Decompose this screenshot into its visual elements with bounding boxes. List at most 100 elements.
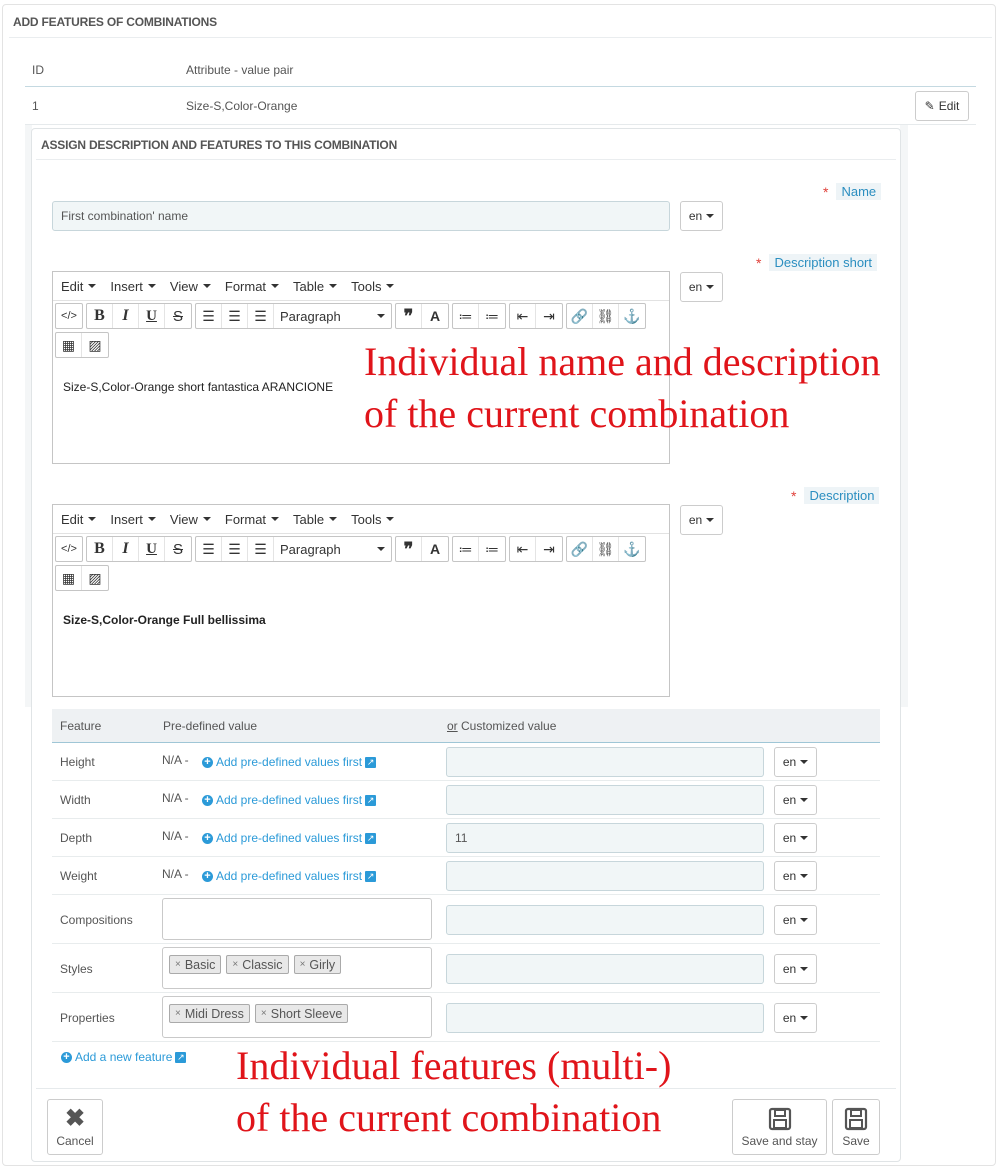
underline-icon[interactable]: U <box>139 304 165 328</box>
outdent-icon[interactable]: ⇤ <box>510 304 536 328</box>
remove-tag-icon[interactable]: × <box>300 959 306 970</box>
custom-value-input[interactable] <box>446 1002 764 1033</box>
custom-value-input[interactable] <box>446 861 764 891</box>
strikethrough-icon[interactable]: S <box>165 537 191 561</box>
custom-value-input[interactable] <box>446 953 764 984</box>
custom-value-input[interactable] <box>446 904 764 935</box>
italic-icon[interactable]: I <box>113 304 139 328</box>
menu-edit[interactable]: Edit <box>61 279 97 294</box>
desc-language-select[interactable]: en <box>680 505 723 535</box>
custom-value-language-select[interactable]: en <box>774 861 817 891</box>
format-select[interactable]: Paragraph <box>274 537 391 561</box>
custom-value-input[interactable]: 11 <box>446 823 764 853</box>
add-new-feature-link[interactable]: + Add a new feature ↗ <box>61 1050 187 1064</box>
align-center-icon[interactable]: ☰ <box>222 537 248 561</box>
media-icon[interactable]: ▦ <box>56 333 82 357</box>
strikethrough-icon[interactable]: S <box>165 304 191 328</box>
align-left-icon[interactable]: ☰ <box>196 304 222 328</box>
numbered-list-icon[interactable]: ≔ <box>479 537 505 561</box>
source-code-icon[interactable]: </> <box>56 537 82 561</box>
italic-icon[interactable]: I <box>113 537 139 561</box>
add-predefined-values-link[interactable]: + Add pre-defined values first ↗ <box>202 755 377 769</box>
text-color-icon[interactable]: A <box>422 537 448 561</box>
remove-tag-icon[interactable]: × <box>175 959 181 970</box>
custom-value-language-select[interactable]: en <box>774 785 817 815</box>
tag-chip[interactable]: × Girly <box>293 955 342 974</box>
desc-short-content[interactable]: Size-S,Color-Orange short fantastica ARA… <box>63 380 333 394</box>
features-col-custom-label: Customized value <box>461 719 557 733</box>
menu-table[interactable]: Table <box>293 279 338 294</box>
edit-button[interactable]: ✎ Edit <box>915 91 969 121</box>
align-right-icon[interactable]: ☰ <box>248 304 274 328</box>
image-icon[interactable]: ▨ <box>82 566 108 590</box>
unlink-icon[interactable]: ⛓ <box>593 304 619 328</box>
indent-icon[interactable]: ⇥ <box>536 537 562 561</box>
desc-short-language-select[interactable]: en <box>680 272 723 302</box>
menu-tools[interactable]: Tools <box>351 512 395 527</box>
underline-icon[interactable]: U <box>139 537 165 561</box>
format-select[interactable]: Paragraph <box>274 304 391 328</box>
outdent-icon[interactable]: ⇤ <box>510 537 536 561</box>
feature-name: Compositions <box>60 912 133 927</box>
save-button[interactable]: Save <box>832 1099 880 1155</box>
predefined-tags-input[interactable]: × Midi Dress × Short Sleeve <box>162 996 432 1038</box>
tag-chip[interactable]: × Midi Dress <box>169 1004 250 1023</box>
align-left-icon[interactable]: ☰ <box>196 537 222 561</box>
unlink-icon[interactable]: ⛓ <box>593 537 619 561</box>
menu-table[interactable]: Table <box>293 512 338 527</box>
link-icon[interactable]: 🔗 <box>567 537 593 561</box>
menu-format[interactable]: Format <box>225 279 280 294</box>
predefined-tags-input[interactable]: × Basic × Classic × Girly <box>162 947 432 989</box>
tag-chip[interactable]: × Classic <box>226 955 289 974</box>
align-center-icon[interactable]: ☰ <box>222 304 248 328</box>
tag-chip[interactable]: × Basic <box>169 955 222 974</box>
menu-insert[interactable]: Insert <box>110 279 156 294</box>
add-predefined-label: Add pre-defined values first <box>216 755 363 769</box>
custom-value-language-select[interactable]: en <box>774 823 817 853</box>
add-new-feature-label: Add a new feature <box>75 1050 173 1064</box>
predefined-tags-input[interactable] <box>162 898 432 940</box>
remove-tag-icon[interactable]: × <box>175 1008 181 1019</box>
bold-icon[interactable]: B <box>87 304 113 328</box>
numbered-list-icon[interactable]: ≔ <box>479 304 505 328</box>
image-icon[interactable]: ▨ <box>82 333 108 357</box>
bullet-list-icon[interactable]: ≔ <box>453 537 479 561</box>
menu-view[interactable]: View <box>170 279 211 294</box>
text-color-icon[interactable]: A <box>422 304 448 328</box>
add-predefined-values-link[interactable]: + Add pre-defined values first ↗ <box>202 869 377 883</box>
combination-name-input[interactable]: First combination' name <box>52 201 670 231</box>
desc-content[interactable]: Size-S,Color-Orange Full bellissima <box>63 613 266 627</box>
cancel-button[interactable]: ✖ Cancel <box>47 1099 103 1155</box>
bullet-list-icon[interactable]: ≔ <box>453 304 479 328</box>
menu-insert[interactable]: Insert <box>110 512 156 527</box>
custom-value-language-select[interactable]: en <box>774 1002 817 1033</box>
remove-tag-icon[interactable]: × <box>261 1008 267 1019</box>
tag-chip[interactable]: × Short Sleeve <box>254 1004 349 1023</box>
menu-view[interactable]: View <box>170 512 211 527</box>
custom-value-input[interactable] <box>446 785 764 815</box>
anchor-icon[interactable]: ⚓ <box>619 537 645 561</box>
menu-format[interactable]: Format <box>225 512 280 527</box>
indent-icon[interactable]: ⇥ <box>536 304 562 328</box>
custom-value-language-select[interactable]: en <box>774 904 817 935</box>
remove-tag-icon[interactable]: × <box>232 959 238 970</box>
custom-value-language-select[interactable]: en <box>774 953 817 984</box>
blockquote-icon[interactable]: ❞ <box>396 537 422 561</box>
align-right-icon[interactable]: ☰ <box>248 537 274 561</box>
link-icon[interactable]: 🔗 <box>567 304 593 328</box>
media-icon[interactable]: ▦ <box>56 566 82 590</box>
lang-label: en <box>688 209 703 223</box>
custom-value-input[interactable] <box>446 747 764 777</box>
bold-icon[interactable]: B <box>87 537 113 561</box>
name-language-select[interactable]: en <box>680 201 723 231</box>
menu-edit[interactable]: Edit <box>61 512 97 527</box>
anchor-icon[interactable]: ⚓ <box>619 304 645 328</box>
save-and-stay-button[interactable]: Save and stay <box>732 1099 827 1155</box>
add-predefined-values-link[interactable]: + Add pre-defined values first ↗ <box>202 831 377 845</box>
source-code-icon[interactable]: </> <box>56 304 82 328</box>
blockquote-icon[interactable]: ❞ <box>396 304 422 328</box>
add-predefined-values-link[interactable]: + Add pre-defined values first ↗ <box>202 793 377 807</box>
required-marker: * <box>823 183 829 200</box>
custom-value-language-select[interactable]: en <box>774 747 817 777</box>
menu-tools[interactable]: Tools <box>351 279 395 294</box>
